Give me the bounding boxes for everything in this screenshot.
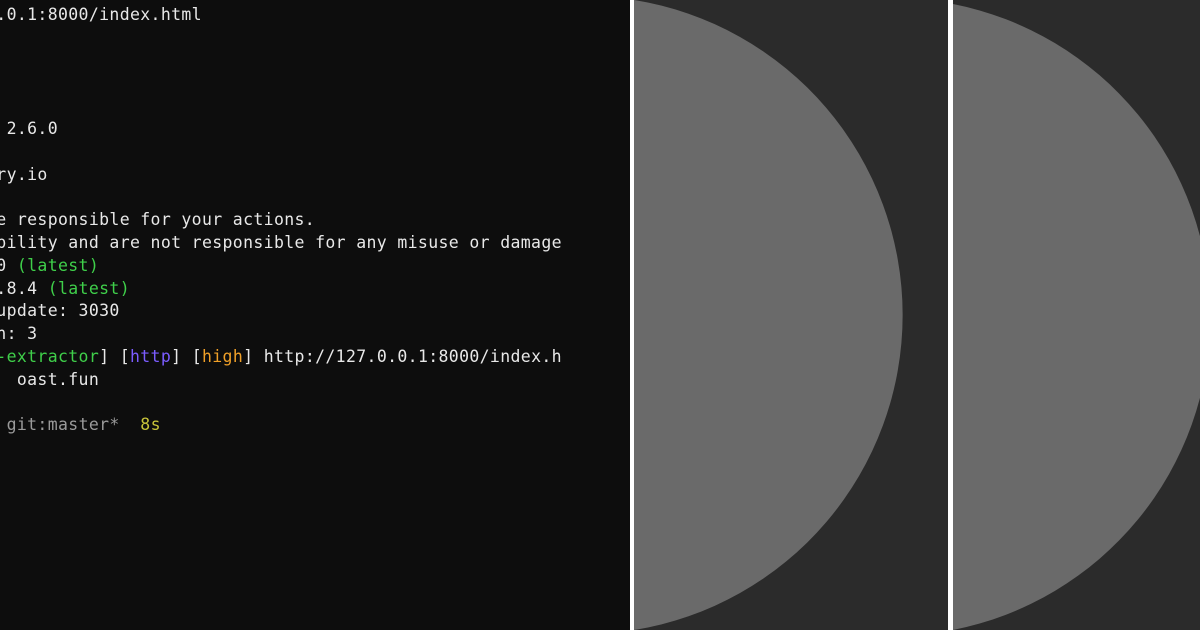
terminal-line: 2.6.0: [0, 118, 58, 140]
terminal-text-segment: y-extractor: [0, 347, 100, 366]
half-circle-icon: [953, 4, 1200, 630]
terminal-text-segment: .0: [0, 255, 7, 275]
terminal-line: ability and are not responsible for any …: [0, 232, 562, 254]
terminal-line: 0.0.1:8000/index.html: [0, 4, 202, 26]
terminal-line: y-extractor] [http] [high] http://127.0.…: [0, 346, 562, 368]
terminal-text-segment: ] [: [99, 347, 130, 366]
image-panel-right: [953, 0, 1200, 630]
terminal-text-segment: (latest): [47, 278, 130, 298]
half-circle-shape: [953, 4, 1200, 630]
terminal-window[interactable]: 0.0.1:8000/index.html 2.6.0 ery.io re resp…: [0, 0, 630, 630]
terminal-text-segment: 2.6.0: [6, 119, 58, 138]
terminal-text-segment: update: 3030: [0, 301, 120, 321]
terminal-text-segment: ability and are not responsible for any …: [0, 233, 562, 252]
terminal-text-segment: re responsible for your actions.: [0, 210, 316, 230]
terminal-text-segment: ] [: [171, 347, 202, 366]
terminal-text-segment: oast.fun: [16, 369, 100, 389]
terminal-text-segment: 8s: [140, 415, 161, 435]
terminal-line: an: 3: [0, 323, 37, 345]
terminal-line: .0 (latest): [0, 255, 99, 277]
terminal-text-segment: 3.8.4: [0, 278, 38, 298]
half-circle-icon: [634, 0, 903, 630]
terminal-text-segment: git:master*: [0, 415, 141, 435]
terminal-line: ery.io: [0, 164, 48, 186]
image-panel-left: [634, 0, 948, 630]
terminal-line: re responsible for your actions.: [0, 209, 315, 231]
terminal-text-segment: an: 3: [0, 324, 38, 344]
terminal-line: s git:master* 8s: [0, 414, 161, 436]
terminal-text-segment: http: [129, 347, 172, 366]
terminal-text-segment: (latest): [16, 255, 100, 275]
terminal-text-segment: ery.io: [0, 164, 48, 184]
terminal-line: 3.8.4 (latest): [0, 278, 130, 300]
terminal-text-segment: high: [201, 347, 244, 366]
half-circle-shape: [634, 0, 903, 630]
terminal-line: update: 3030: [0, 300, 120, 322]
screenshot-stage: 0.0.1:8000/index.html 2.6.0 ery.io re resp…: [0, 0, 1200, 630]
terminal-line: oast.fun: [0, 369, 99, 391]
terminal-text-segment: 0.0.1:8000/index.html: [0, 5, 202, 24]
terminal-text-segment: ] http://127.0.0.1:8000/index.h: [243, 347, 562, 366]
